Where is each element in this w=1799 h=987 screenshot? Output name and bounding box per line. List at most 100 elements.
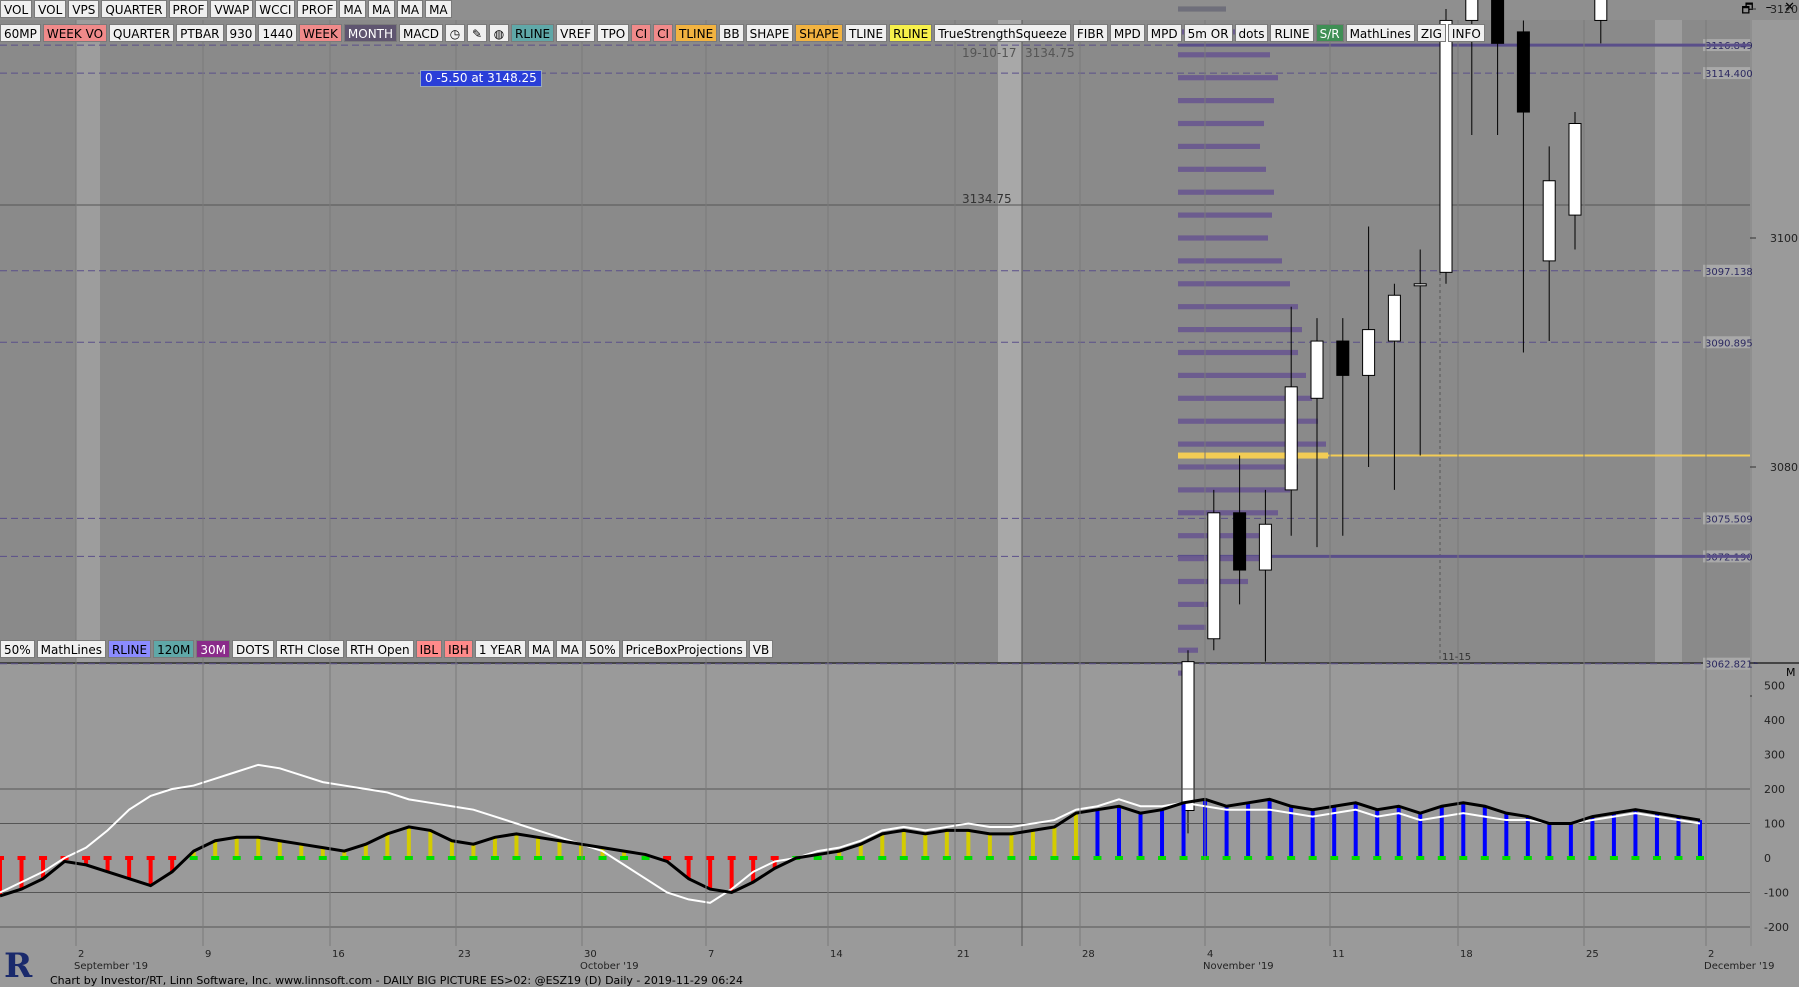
main-toolbar-29-button[interactable]: RLINE xyxy=(1270,24,1314,42)
main-toolbar-0-button[interactable]: 60MP xyxy=(0,24,41,42)
main-toolbar-11-button[interactable]: ◍ xyxy=(489,24,510,42)
top-toolbar-6-button[interactable]: WCCI xyxy=(255,0,296,18)
main-toolbar-1-button[interactable]: WEEK VO xyxy=(42,24,108,42)
candle-body xyxy=(1439,19,1453,273)
main-toolbar-12-button[interactable]: RLINE xyxy=(511,24,555,42)
lower-panel-marker: M xyxy=(1786,666,1796,679)
main-toolbar-26-button[interactable]: MPD xyxy=(1146,24,1182,42)
osc-signal-dot xyxy=(39,856,48,860)
main-toolbar-13-button[interactable]: VREF xyxy=(556,24,596,42)
osc-tick-label: 400 xyxy=(1764,714,1785,727)
main-toolbar-32-button[interactable]: ZIG xyxy=(1416,24,1446,42)
osc-signal-dot xyxy=(490,856,499,860)
main-toolbar-5-button[interactable]: 1440 xyxy=(258,24,297,42)
main-toolbar-22-button[interactable]: RLINE xyxy=(889,24,933,42)
main-toolbar-20-button[interactable]: SHAPE xyxy=(795,24,843,42)
bottom-toolbar-10-button[interactable]: 1 YEAR xyxy=(474,640,526,658)
main-toolbar-14-button[interactable]: TPO xyxy=(597,24,630,42)
date-tick-label: 9 xyxy=(205,949,211,960)
date-marker-label: 11-15 xyxy=(1442,652,1471,663)
top-toolbar-1-button[interactable]: VOL xyxy=(34,0,67,18)
osc-signal-dot xyxy=(856,856,865,860)
date-tick-label: 25 xyxy=(1586,949,1599,960)
main-toolbar-9-button[interactable]: ◷ xyxy=(445,24,466,42)
profile-bar xyxy=(1178,52,1270,58)
bottom-toolbar-6-button[interactable]: RTH Close xyxy=(275,640,344,658)
main-toolbar-31-button[interactable]: MathLines xyxy=(1345,24,1415,42)
top-toolbar-10-button[interactable]: MA xyxy=(396,0,424,18)
main-toolbar-7-button[interactable]: MONTH xyxy=(343,24,398,42)
bottom-toolbar-8-button[interactable]: IBL xyxy=(415,640,443,658)
main-toolbar-15-button[interactable]: CI xyxy=(631,24,652,42)
main-toolbar-19-button[interactable]: SHAPE xyxy=(745,24,794,42)
bottom-toolbar-3-button[interactable]: 120M xyxy=(153,640,195,658)
osc-signal-dot xyxy=(1459,856,1468,860)
chart-background xyxy=(0,20,1799,946)
main-toolbar-28-button[interactable]: dots xyxy=(1234,24,1269,42)
candle-body xyxy=(1336,340,1350,376)
osc-tick-label: 0 xyxy=(1764,852,1771,865)
bottom-toolbar-0-button[interactable]: 50% xyxy=(0,640,35,658)
osc-signal-dot xyxy=(168,856,177,860)
top-toolbar-4-button[interactable]: PROF xyxy=(168,0,209,18)
bottom-toolbar-15-button[interactable]: VB xyxy=(748,640,774,658)
osc-signal-dot xyxy=(620,856,629,860)
main-toolbar-21-button[interactable]: TLINE xyxy=(844,24,888,42)
bottom-toolbar-4-button[interactable]: 30M xyxy=(196,640,230,658)
bottom-toolbar-2-button[interactable]: RLINE xyxy=(107,640,152,658)
main-toolbar-10-button[interactable]: ✎ xyxy=(467,24,488,42)
osc-signal-dot xyxy=(1028,856,1037,860)
candle-body xyxy=(1387,294,1401,342)
osc-signal-dot xyxy=(770,856,779,860)
candle-body xyxy=(1542,180,1556,262)
main-toolbar-24-button[interactable]: FIBR xyxy=(1072,24,1108,42)
bottom-toolbar-13-button[interactable]: 50% xyxy=(584,640,620,658)
price-chart[interactable]: 3154.92333151.73193146.56103142.00343140… xyxy=(0,0,1799,987)
main-toolbar-27-button[interactable]: 5m OR xyxy=(1183,24,1233,42)
osc-tick-label: -100 xyxy=(1764,887,1789,900)
osc-signal-dot xyxy=(103,856,112,860)
main-toolbar-17-button[interactable]: TLINE xyxy=(675,24,718,42)
top-toolbar-11-button[interactable]: MA xyxy=(425,0,452,18)
main-toolbar-18-button[interactable]: BB xyxy=(719,24,744,42)
month-label: October '19 xyxy=(580,961,639,972)
main-toolbar-8-button[interactable]: MACD xyxy=(399,24,444,42)
top-toolbar-0-button[interactable]: VOL xyxy=(0,0,33,18)
osc-signal-dot xyxy=(0,856,4,860)
date-tick-label: 7 xyxy=(708,949,714,960)
top-toolbar-8-button[interactable]: MA xyxy=(339,0,366,18)
top-toolbar-3-button[interactable]: QUARTER xyxy=(101,0,167,18)
main-toolbar-23-button[interactable]: TrueStrengthSqueeze xyxy=(934,24,1071,42)
osc-signal-dot xyxy=(878,856,887,860)
main-toolbar-33-button[interactable]: INFO xyxy=(1447,24,1485,42)
candle-body xyxy=(1594,0,1608,21)
top-toolbar-9-button[interactable]: MA xyxy=(367,0,395,18)
osc-signal-dot xyxy=(1523,856,1532,860)
bottom-toolbar-9-button[interactable]: IBH xyxy=(444,640,473,658)
main-toolbar-2-button[interactable]: QUARTER xyxy=(109,24,175,42)
bottom-toolbar-1-button[interactable]: MathLines xyxy=(36,640,106,658)
candle-body xyxy=(1362,329,1376,376)
bottom-toolbar-12-button[interactable]: MA xyxy=(556,640,583,658)
top-toolbar-5-button[interactable]: VWAP xyxy=(210,0,254,18)
osc-signal-dot xyxy=(1308,856,1317,860)
top-toolbar-2-button[interactable]: VPS xyxy=(68,0,100,18)
bottom-toolbar-5-button[interactable]: DOTS xyxy=(231,640,274,658)
date-tick-label: 11 xyxy=(1332,949,1345,960)
price-axis-bg xyxy=(1752,20,1799,662)
profile-bar xyxy=(1178,510,1278,516)
footer-caption: Chart by Investor/RT, Linn Software, Inc… xyxy=(50,974,744,987)
bottom-toolbar-7-button[interactable]: RTH Open xyxy=(345,640,414,658)
osc-tick-label: 300 xyxy=(1764,749,1785,762)
top-toolbar-7-button[interactable]: PROF xyxy=(297,0,338,18)
candle-body xyxy=(1207,512,1221,640)
main-toolbar-6-button[interactable]: WEEK xyxy=(298,24,342,42)
date-tick-label: 2 xyxy=(78,949,84,960)
bottom-toolbar-11-button[interactable]: MA xyxy=(527,640,555,658)
main-toolbar-16-button[interactable]: CI xyxy=(653,24,674,42)
main-toolbar-30-button[interactable]: S/R xyxy=(1315,24,1344,42)
bottom-toolbar-14-button[interactable]: PriceBoxProjections xyxy=(621,640,747,658)
main-toolbar-3-button[interactable]: PTBAR xyxy=(176,24,224,42)
main-toolbar-4-button[interactable]: 930 xyxy=(225,24,257,42)
main-toolbar-25-button[interactable]: MPD xyxy=(1109,24,1145,42)
